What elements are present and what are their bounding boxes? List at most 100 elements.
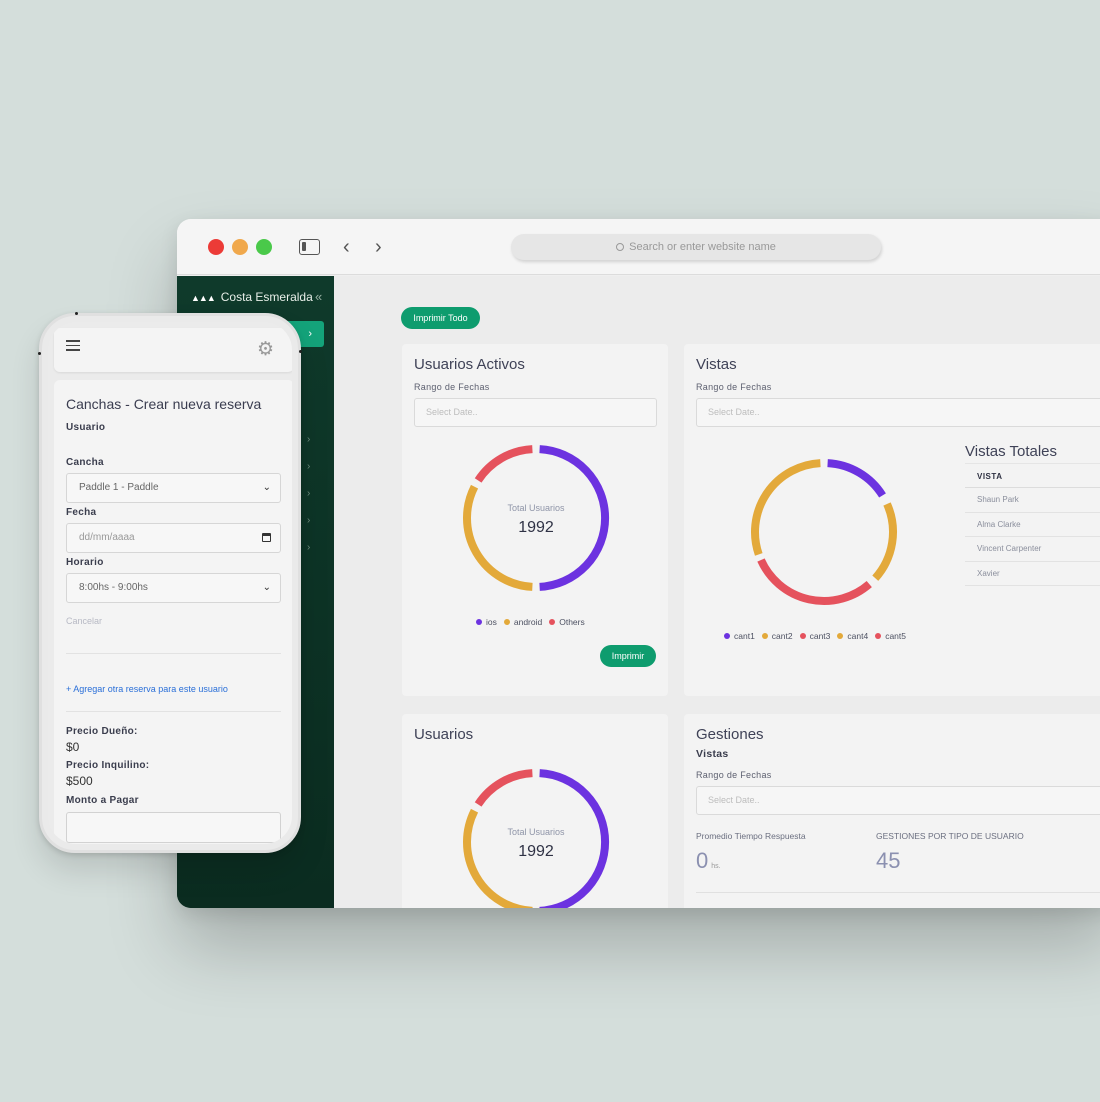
donut-segment-2	[872, 502, 897, 581]
brand-name: Costa Esmeralda	[220, 290, 313, 304]
legend-label: cant5	[885, 631, 906, 641]
legend-label: ios	[486, 617, 497, 627]
legend-label: cant4	[847, 631, 869, 641]
add-reservation-link[interactable]: + Agregar otra reserva para este usuario	[66, 684, 228, 694]
search-icon	[616, 243, 625, 251]
stat-value-gestiones-tipo: 45	[876, 848, 901, 873]
chevron-down-icon: ⌄	[262, 482, 271, 493]
sidebar-item-arrow-5[interactable]: ›	[307, 542, 310, 553]
precio-inquilino-label: Precio Inquilino:	[66, 760, 150, 771]
table-row[interactable]: Xavier	[965, 562, 1100, 586]
donut-center-label: Total Usuarios	[507, 503, 565, 513]
sidebar-toggle-icon[interactable]	[299, 239, 320, 255]
monto-input[interactable]	[66, 812, 281, 843]
range-label: Rango de Fechas	[696, 770, 772, 780]
date-range-input[interactable]: Select Date..	[414, 398, 657, 427]
donut-segment-3	[474, 445, 533, 483]
legend-item[interactable]: cant5	[875, 631, 906, 641]
browser-titlebar: ‹ › Search or enter website name	[177, 219, 1100, 275]
legend-swatch	[549, 619, 556, 625]
precio-inquilino-value: $500	[66, 774, 93, 788]
range-label: Rango de Fechas	[414, 382, 490, 392]
cancha-select[interactable]: Paddle 1 - Paddle ⌄	[66, 473, 281, 503]
donut-center: Total Usuarios 1992	[486, 503, 586, 537]
main-content: Imprimir Todo Usuarios Activos Rango de …	[334, 276, 1100, 908]
divider	[66, 653, 281, 654]
sidebar-item-arrow-4[interactable]: ›	[307, 515, 310, 526]
url-bar[interactable]: Search or enter website name	[511, 234, 881, 260]
legend-item[interactable]: ios	[476, 617, 497, 627]
usuarios-activos-legend: ios android Others	[476, 617, 592, 627]
date-range-input[interactable]: Select Date..	[696, 398, 1100, 427]
chevron-down-icon: ⌄	[262, 582, 271, 593]
donut-segment-4	[751, 459, 821, 556]
collapse-sidebar-icon[interactable]: «	[315, 289, 322, 304]
precio-dueno-value: $0	[66, 740, 80, 754]
legend-item[interactable]: cant1	[724, 631, 755, 641]
cancel-link[interactable]: Cancelar	[66, 616, 102, 626]
date-range-input[interactable]: Select Date..	[696, 786, 1100, 815]
brand[interactable]: ▲▲▲ Costa Esmeralda	[191, 290, 313, 304]
fecha-placeholder: dd/mm/aaaa	[79, 532, 135, 543]
vistas-totales-title: Vistas Totales	[965, 443, 1057, 460]
phone-mockup: ⚙ Canchas - Crear nueva reserva Usuario …	[39, 313, 301, 853]
legend-item[interactable]: Others	[549, 617, 585, 627]
gestiones-card: Gestiones Vistas Rango de Fechas Select …	[684, 714, 1100, 908]
donut-segment-3	[757, 558, 872, 605]
legend-swatch	[875, 633, 882, 639]
donut-segments	[751, 459, 897, 605]
legend-label: cant3	[809, 631, 831, 641]
vistas-totales-table: VISTA Shaun Park Alma Clarke Vincent Car…	[965, 463, 1100, 586]
table-row[interactable]: Shaun Park	[965, 488, 1100, 513]
donut-segment-1	[827, 459, 886, 498]
legend-swatch	[724, 633, 730, 639]
gear-icon[interactable]: ⚙	[257, 338, 274, 361]
sidebar-item-arrow-2[interactable]: ›	[307, 461, 310, 472]
usuarios-activos-card: Usuarios Activos Rango de Fechas Select …	[402, 344, 668, 696]
close-window-button[interactable]	[208, 239, 224, 255]
sidebar-item-arrow-3[interactable]: ›	[307, 488, 310, 499]
legend-item[interactable]: cant3	[799, 631, 831, 641]
sidebar-item-arrow-1[interactable]: ›	[307, 434, 310, 445]
legend-label: android	[513, 617, 543, 627]
calendar-icon[interactable]	[262, 533, 271, 542]
card-title: Usuarios	[414, 726, 474, 743]
donut-center-value: 1992	[518, 519, 554, 536]
donut-center-value: 1992	[518, 843, 554, 860]
card-title: Usuarios Activos	[414, 356, 525, 373]
horario-value: 8:00hs - 9:00hs	[79, 582, 148, 593]
maximize-window-button[interactable]	[256, 239, 272, 255]
vistas-donut	[751, 459, 897, 605]
phone-decoration	[75, 312, 78, 315]
hamburger-menu-icon[interactable]	[66, 340, 80, 354]
legend-swatch	[799, 633, 806, 639]
horario-select[interactable]: 8:00hs - 9:00hs ⌄	[66, 573, 281, 603]
phone-decoration	[38, 352, 41, 355]
stat-label-gestiones-tipo: GESTIONES POR TIPO DE USUARIO	[876, 831, 1024, 841]
fecha-input[interactable]: dd/mm/aaaa	[66, 523, 281, 553]
reservation-form: Canchas - Crear nueva reserva Usuario Ca…	[54, 380, 292, 844]
table-row[interactable]: Vincent Carpenter	[965, 537, 1100, 562]
print-button[interactable]: Imprimir	[600, 645, 656, 667]
table-row[interactable]: Alma Clarke	[965, 513, 1100, 537]
legend-swatch	[837, 633, 844, 639]
print-all-button[interactable]: Imprimir Todo	[401, 307, 480, 329]
legend-item[interactable]: cant4	[837, 631, 868, 641]
back-icon[interactable]: ‹	[343, 235, 350, 259]
cancha-label: Cancha	[66, 457, 104, 468]
browser-window: ‹ › Search or enter website name ▲▲▲ Cost…	[177, 219, 1100, 908]
monto-label: Monto a Pagar	[66, 795, 139, 806]
divider	[696, 892, 1100, 893]
card-title: Vistas	[696, 356, 737, 373]
minimize-window-button[interactable]	[232, 239, 248, 255]
legend-item[interactable]: android	[503, 617, 543, 627]
forward-icon[interactable]: ›	[375, 235, 382, 259]
precio-dueno-label: Precio Dueño:	[66, 726, 138, 737]
stat-number: 0	[696, 848, 709, 873]
range-label: Rango de Fechas	[696, 382, 772, 392]
vistas-card: Vistas Rango de Fechas Select Date.. can…	[684, 344, 1100, 696]
donut-center-label: Total Usuarios	[507, 827, 565, 837]
fecha-label: Fecha	[66, 507, 97, 518]
card-title: Gestiones	[696, 726, 764, 743]
legend-item[interactable]: cant2	[761, 631, 793, 641]
